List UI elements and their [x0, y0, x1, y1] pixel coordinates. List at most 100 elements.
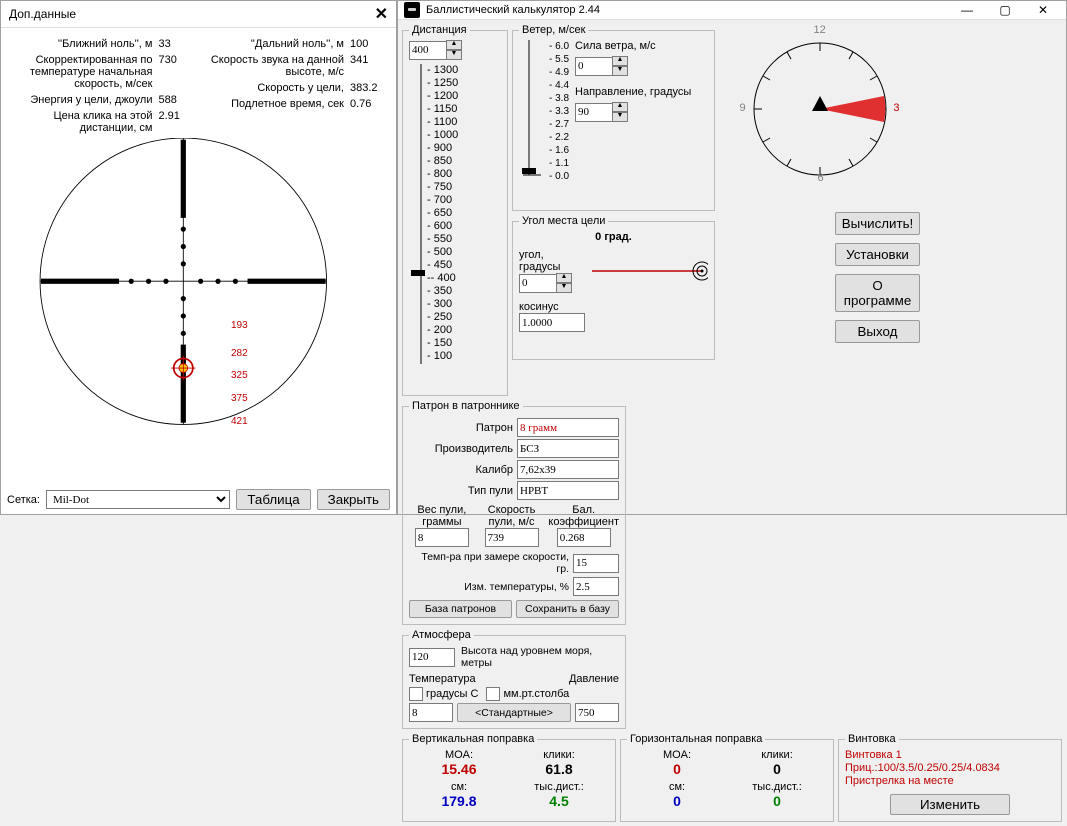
- temp-header: Температура: [409, 673, 514, 685]
- wind-group: Ветер, м/сек - 6.0- 5.5- 4.9- 4.4- 3.8- …: [512, 24, 715, 211]
- vcorr-clicks-h: клики:: [509, 749, 609, 761]
- flight-time-value: 0.76: [350, 98, 390, 110]
- temp-delta-input[interactable]: [573, 577, 619, 596]
- mark-421: 421: [231, 416, 248, 427]
- wind-force-input[interactable]: [575, 57, 613, 76]
- cartridge-db-button[interactable]: База патронов: [409, 600, 512, 618]
- target-legend: Угол места цели: [519, 215, 608, 227]
- weight-header: Вес пули, граммы: [409, 504, 475, 528]
- rifle-edit-button[interactable]: Изменить: [890, 794, 1010, 815]
- altitude-input[interactable]: [409, 648, 455, 667]
- corrected-speed-value: 730: [159, 54, 199, 66]
- angle-down-icon[interactable]: ▼: [556, 283, 572, 293]
- angle-label: угол, градусы: [519, 249, 586, 273]
- sound-speed-label: Скорость звука на данной высоте, м/с: [199, 54, 351, 78]
- distance-legend: Дистанция: [409, 24, 470, 36]
- clock-9: 9: [740, 102, 746, 114]
- calculate-button[interactable]: Вычислить!: [835, 212, 920, 235]
- hcorr-clicks: 0: [727, 761, 827, 777]
- dist-up-icon[interactable]: ▲: [446, 40, 462, 50]
- manufacturer-label: Производитель: [409, 443, 517, 455]
- wind-dir-input[interactable]: [575, 103, 613, 122]
- force-up-icon[interactable]: ▲: [612, 56, 628, 66]
- clock-6: 6: [818, 172, 824, 184]
- grid-label: Сетка:: [7, 494, 40, 506]
- celsius-checkbox[interactable]: градусы С: [409, 687, 478, 701]
- mmhg-checkbox[interactable]: мм.рт.столба: [486, 687, 569, 701]
- maximize-icon[interactable]: ▢: [988, 1, 1022, 19]
- distance-slider[interactable]: [409, 64, 427, 364]
- caliber-label: Калибр: [409, 464, 517, 476]
- rifle-legend: Винтовка: [845, 733, 899, 745]
- bc-header: Бал. коэффициент: [548, 504, 619, 528]
- bullet-type-input[interactable]: [517, 481, 619, 500]
- energy-label: Энергия у цели, джоули: [7, 94, 159, 106]
- table-button[interactable]: Таблица: [236, 489, 310, 510]
- bullet-type-label: Тип пули: [409, 485, 517, 497]
- about-button[interactable]: О программе: [835, 274, 920, 312]
- main-window: Баллистический калькулятор 2.44 — ▢ ✕ Ди…: [397, 0, 1067, 515]
- vcorr-cm: 179.8: [409, 793, 509, 809]
- close-icon[interactable]: ✕: [375, 4, 388, 24]
- speed-at-target-label: Скорость у цели,: [199, 82, 351, 94]
- chamber-group: Патрон в патроннике Патрон Производитель…: [402, 400, 626, 625]
- save-to-db-button[interactable]: Сохранить в базу: [516, 600, 619, 618]
- measure-temp-input[interactable]: [573, 554, 619, 573]
- hcorr-cm-h: см:: [627, 781, 727, 793]
- atmosphere-group: Атмосфера Высота над уровнем моря, метры…: [402, 629, 626, 729]
- speed-input[interactable]: [485, 528, 539, 547]
- speed-header: Скорость пули, м/с: [479, 504, 545, 528]
- wind-clock[interactable]: 12 3 6 9: [740, 24, 900, 184]
- flight-time-label: Подлетное время, сек: [199, 98, 351, 110]
- corrected-speed-label: Скорректированная по температуре начальн…: [7, 54, 159, 90]
- caliber-input[interactable]: [517, 460, 619, 479]
- sound-speed-value: 341: [350, 54, 390, 66]
- pressure-header: Давление: [514, 673, 619, 685]
- angle-input[interactable]: [519, 274, 557, 293]
- target-angle-group: Угол места цели 0 град. угол, градусы ▲▼: [512, 215, 715, 360]
- weight-input[interactable]: [415, 528, 469, 547]
- wind-scale: - 6.0- 5.5- 4.9- 4.4- 3.8- 3.3- 2.7- 2.2…: [549, 40, 569, 183]
- close-button[interactable]: Закрыть: [317, 489, 390, 510]
- vcorr-mil-h: тыс.дист.:: [509, 781, 609, 793]
- near-zero-value: 33: [159, 38, 199, 50]
- temperature-input[interactable]: [409, 703, 453, 722]
- force-down-icon[interactable]: ▼: [612, 66, 628, 76]
- dialog-title: Доп.данные: [9, 7, 76, 21]
- exit-button[interactable]: Выход: [835, 320, 920, 343]
- speed-at-target-value: 383.2: [350, 82, 390, 94]
- hcorr-moa: 0: [627, 761, 727, 777]
- app-icon: [404, 2, 420, 18]
- distance-input[interactable]: [409, 41, 447, 60]
- pressure-input[interactable]: [575, 703, 619, 722]
- rifle-line1: Винтовка 1: [845, 749, 1055, 762]
- atmosphere-legend: Атмосфера: [409, 629, 474, 641]
- cosine-label: косинус: [519, 301, 708, 313]
- cartridge-input[interactable]: [517, 418, 619, 437]
- dir-down-icon[interactable]: ▼: [612, 112, 628, 122]
- hcorr-mil: 0: [727, 793, 827, 809]
- settings-button[interactable]: Установки: [835, 243, 920, 266]
- hcorr-moa-h: MOA:: [627, 749, 727, 761]
- distance-group: Дистанция ▲▼ - 1300- 1250- 1200- 1150- 1…: [402, 24, 508, 396]
- dist-down-icon[interactable]: ▼: [446, 50, 462, 60]
- manufacturer-input[interactable]: [517, 439, 619, 458]
- hcorr-legend: Горизонтальная поправка: [627, 733, 765, 745]
- bc-input[interactable]: [557, 528, 611, 547]
- grid-select[interactable]: Mil-Dot: [46, 490, 230, 509]
- click-price-label: Цена клика на этой дистанции, см: [7, 110, 159, 134]
- cosine-input[interactable]: [519, 313, 585, 332]
- wind-slider[interactable]: [519, 40, 543, 180]
- angle-up-icon[interactable]: ▲: [556, 273, 572, 283]
- hcorr-cm: 0: [627, 793, 727, 809]
- close-window-icon[interactable]: ✕: [1026, 1, 1060, 19]
- minimize-icon[interactable]: —: [950, 1, 984, 19]
- standard-button[interactable]: <Стандартные>: [457, 703, 571, 722]
- measure-temp-label: Темп-ра при замере скорости, гр.: [409, 551, 573, 575]
- dir-up-icon[interactable]: ▲: [612, 102, 628, 112]
- cartridge-label: Патрон: [409, 422, 517, 434]
- rifle-group: Винтовка Винтовка 1 Приц.:100/3.5/0.25/0…: [838, 733, 1062, 822]
- distance-scale: - 1300- 1250- 1200- 1150- 1100- 1000- 90…: [427, 64, 501, 364]
- altitude-label: Высота над уровнем моря, метры: [461, 645, 619, 669]
- vcorr-cm-h: см:: [409, 781, 509, 793]
